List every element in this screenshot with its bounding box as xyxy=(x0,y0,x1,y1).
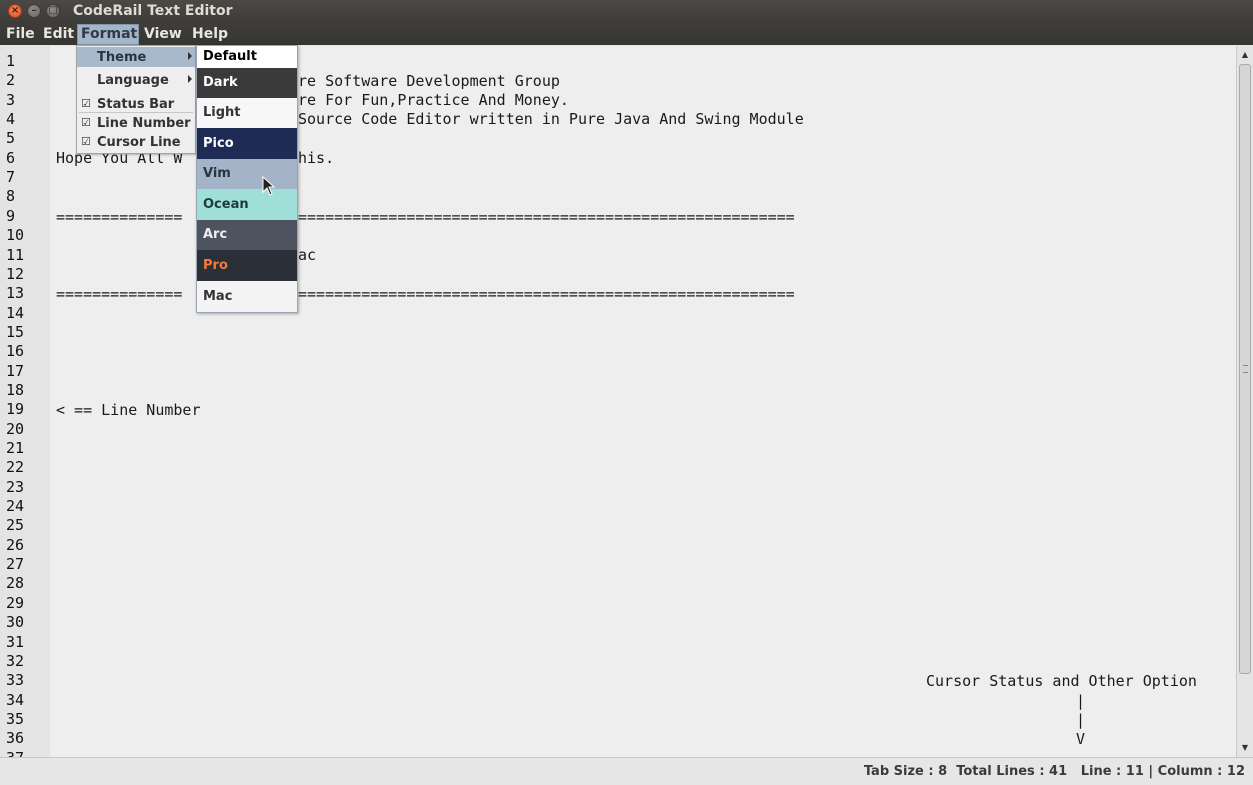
scroll-down-icon[interactable]: ▼ xyxy=(1237,741,1253,755)
menu-item-label: Language xyxy=(97,73,169,88)
menu-help[interactable]: Help xyxy=(189,24,231,45)
line-number: 4 xyxy=(6,110,16,129)
menu-edit[interactable]: Edit xyxy=(40,24,77,45)
line-number: 23 xyxy=(6,477,25,496)
line-number: 9 xyxy=(6,206,16,225)
menu-bar: File Edit Format View Help xyxy=(0,24,1253,45)
scroll-up-icon[interactable]: ▲ xyxy=(1237,48,1253,62)
line-number: 21 xyxy=(6,439,25,457)
line-number: 3 xyxy=(6,90,16,109)
code-line-19: < == Line Number xyxy=(56,401,201,419)
window-title: CodeRail Text Editor xyxy=(73,3,233,19)
line-number: 34 xyxy=(6,690,25,709)
code-line-9-end: ========================================… xyxy=(298,208,795,226)
menu-format[interactable]: Format xyxy=(77,24,139,45)
menu-item-label: Status Bar xyxy=(97,97,175,112)
line-number: 36 xyxy=(6,729,25,748)
code-line-9-start: ============== xyxy=(56,208,183,226)
line-number: 10 xyxy=(6,226,25,245)
line-number: 30 xyxy=(6,613,25,632)
code-line-34: | xyxy=(1076,692,1086,710)
checkbox-checked-icon: ☑ xyxy=(81,116,91,129)
line-number: 26 xyxy=(6,535,25,554)
line-number: 22 xyxy=(6,458,25,477)
theme-option-pico[interactable]: Pico xyxy=(197,128,297,159)
line-number: 12 xyxy=(6,264,25,283)
code-line-6-end: his. xyxy=(298,149,335,167)
line-number: 33 xyxy=(6,671,25,690)
line-number: 1 xyxy=(6,52,16,70)
line-number: 5 xyxy=(6,129,16,148)
line-number: 28 xyxy=(6,574,25,593)
status-bar: Tab Size : 8 Total Lines : 41 Line : 11 … xyxy=(0,757,1253,785)
code-line-4: Source Code Editor written in Pure Java … xyxy=(298,110,804,128)
status-text: Tab Size : 8 Total Lines : 41 Line : 11 … xyxy=(863,764,1245,779)
close-icon[interactable]: × xyxy=(8,4,22,18)
minimize-icon[interactable]: – xyxy=(27,4,41,18)
line-number: 19 xyxy=(6,400,25,419)
code-line-3: re For Fun,Practice And Money. xyxy=(298,91,569,109)
menu-item-cursor-line[interactable]: ☑ Cursor Line xyxy=(77,132,195,152)
code-line-33: Cursor Status and Other Option xyxy=(926,672,1197,690)
code-line-11: ac xyxy=(298,246,317,264)
maximize-icon[interactable]: □ xyxy=(46,4,60,18)
checkbox-checked-icon: ☑ xyxy=(81,135,91,148)
menu-item-language[interactable]: Language xyxy=(77,70,195,90)
theme-option-default[interactable]: Default xyxy=(197,46,297,68)
line-number: 31 xyxy=(6,632,25,651)
line-number: 14 xyxy=(6,303,25,322)
line-number: 37 xyxy=(6,749,24,757)
line-number: 8 xyxy=(6,187,16,206)
chevron-right-icon xyxy=(188,75,192,83)
code-line-35: | xyxy=(1076,711,1086,729)
line-number: 20 xyxy=(6,419,25,438)
line-number: 13 xyxy=(6,284,25,303)
line-number: 25 xyxy=(6,516,25,535)
line-number: 32 xyxy=(6,651,25,670)
line-number-gutter: 1 2 3 4 5 6 7 8 9 10 11 12 13 14 15 16 17 18 19 20 21 22 23 24 2… xyxy=(0,46,50,757)
checkbox-checked-icon: ☑ xyxy=(81,97,91,110)
line-number: 6 xyxy=(6,148,16,167)
scrollbar-thumb[interactable] xyxy=(1239,64,1251,674)
menu-file[interactable]: File xyxy=(3,24,38,45)
theme-option-arc[interactable]: Arc xyxy=(197,220,297,250)
line-number: 18 xyxy=(6,380,25,399)
theme-option-mac[interactable]: Mac xyxy=(197,281,297,312)
line-number: 16 xyxy=(6,342,25,361)
menu-item-line-number[interactable]: ☑ Line Number xyxy=(77,113,195,133)
code-line-36: V xyxy=(1076,730,1086,748)
line-number: 27 xyxy=(6,555,25,574)
vertical-scrollbar[interactable]: ▲ ▼ xyxy=(1236,46,1253,757)
code-line-2: re Software Development Group xyxy=(298,72,560,90)
menu-item-theme[interactable]: Theme xyxy=(77,47,195,67)
code-line-13-end: ========================================… xyxy=(298,285,795,303)
window-titlebar: × – □ CodeRail Text Editor xyxy=(0,0,1253,24)
theme-option-dark[interactable]: Dark xyxy=(197,68,297,98)
menu-item-label: Line Number xyxy=(97,116,191,131)
line-number: 29 xyxy=(6,593,25,612)
theme-option-light[interactable]: Light xyxy=(197,98,297,128)
menu-item-label: Cursor Line xyxy=(97,135,181,150)
theme-option-pro[interactable]: Pro xyxy=(197,250,297,281)
line-number: 7 xyxy=(6,168,16,187)
menu-item-label: Theme xyxy=(97,50,147,65)
line-number: 15 xyxy=(6,322,25,341)
line-number: 2 xyxy=(6,71,16,90)
menu-item-status-bar[interactable]: ☑ Status Bar xyxy=(77,94,195,114)
theme-submenu: Default Dark Light Pico Vim Ocean Arc Pro Mac xyxy=(196,45,298,313)
chevron-right-icon xyxy=(188,52,192,60)
line-number: 11 xyxy=(6,245,25,264)
line-number: 35 xyxy=(6,709,25,728)
menu-view[interactable]: View xyxy=(141,24,185,45)
theme-option-ocean[interactable]: Ocean xyxy=(197,189,297,220)
mouse-pointer-icon xyxy=(262,176,276,196)
line-number: 24 xyxy=(6,497,25,516)
format-menu-dropdown: Theme Language ☑ Status Bar ☑ Line Numbe… xyxy=(76,45,196,154)
code-line-13-start: ============== xyxy=(56,285,183,303)
theme-option-vim[interactable]: Vim xyxy=(197,159,297,189)
line-number: 17 xyxy=(6,361,25,380)
